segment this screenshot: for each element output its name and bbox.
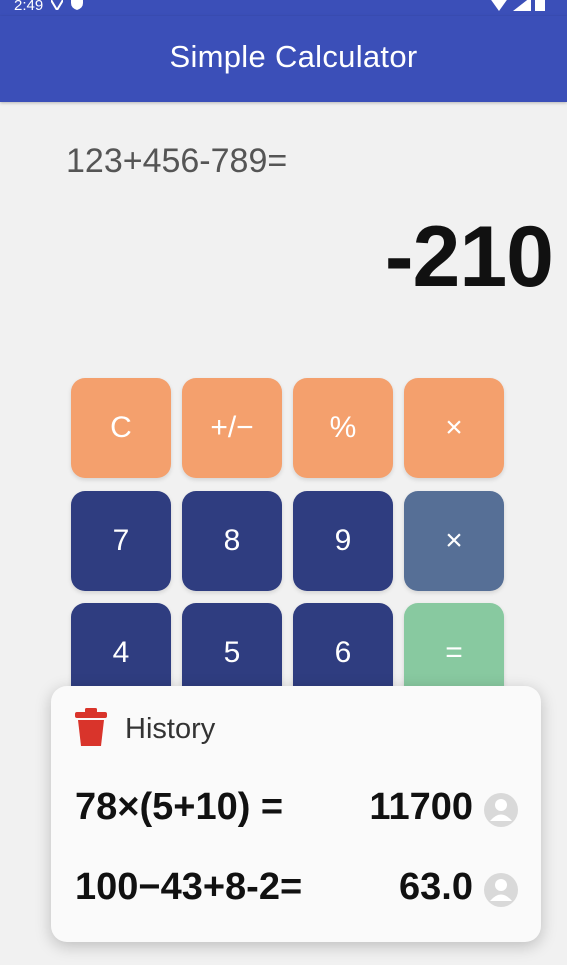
signal-icon <box>513 0 531 15</box>
negate-button[interactable]: +/− <box>182 378 282 478</box>
shield-icon <box>71 0 84 14</box>
avatar-icon <box>483 872 519 913</box>
location-icon <box>50 0 65 14</box>
app-bar: Simple Calculator <box>0 16 567 102</box>
percent-button[interactable]: % <box>293 378 393 478</box>
history-entry[interactable]: 78×(5+10) = 11700 <box>51 786 541 836</box>
status-time: 2:49 <box>14 0 44 14</box>
history-entry[interactable]: 100−43+8-2= 63.0 <box>51 866 541 916</box>
operator-multiply-button[interactable]: × <box>404 491 504 591</box>
multiply-button[interactable]: × <box>404 378 504 478</box>
history-panel: History 78×(5+10) = 11700 100−43+8-2= 63… <box>51 686 541 942</box>
result-display: -210 <box>384 209 554 305</box>
digit-8-button[interactable]: 8 <box>182 491 282 591</box>
expression-display: 123+456-789= <box>66 142 288 180</box>
clear-button[interactable]: C <box>71 378 171 478</box>
digit-7-button[interactable]: 7 <box>71 491 171 591</box>
history-value: 63.0 <box>399 866 473 908</box>
trash-icon[interactable] <box>75 708 107 751</box>
avatar-icon <box>483 792 519 833</box>
history-expression: 100−43+8-2= <box>75 866 303 908</box>
status-right <box>489 0 545 15</box>
battery-icon <box>535 0 545 15</box>
history-value: 11700 <box>369 786 473 828</box>
history-header: History <box>75 708 215 751</box>
digit-9-button[interactable]: 9 <box>293 491 393 591</box>
history-expression: 78×(5+10) = <box>75 786 284 828</box>
app-title: Simple Calculator <box>169 39 418 74</box>
status-left: 2:49 <box>14 0 84 14</box>
history-title: History <box>125 713 216 745</box>
wifi-icon <box>489 0 509 15</box>
status-bar: 2:49 <box>0 0 567 16</box>
